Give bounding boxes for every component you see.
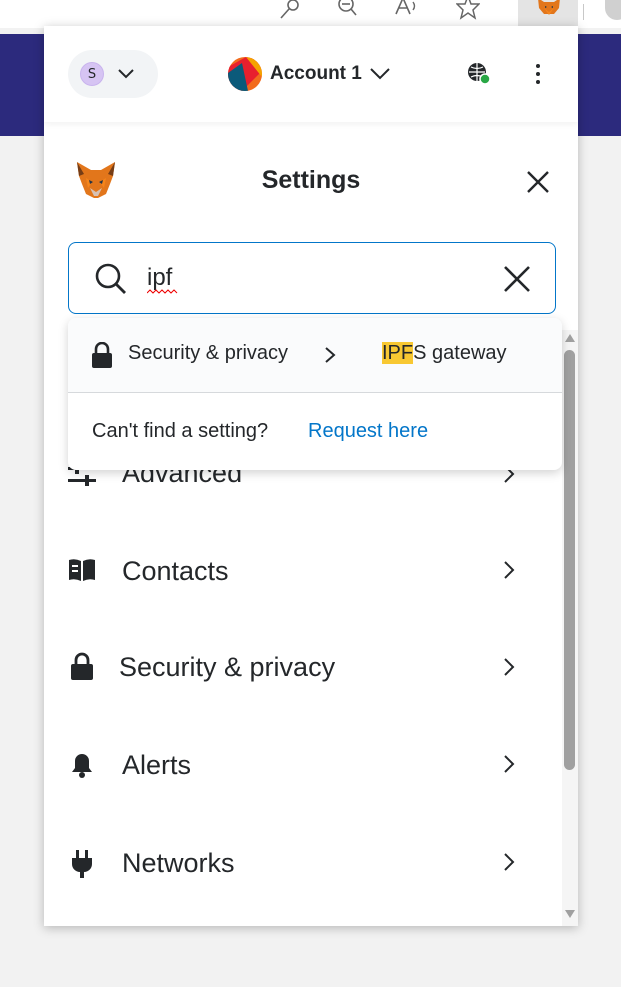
more-options-icon[interactable] xyxy=(528,62,548,86)
metamask-extension-button[interactable] xyxy=(518,0,578,26)
scroll-up-arrow-icon[interactable] xyxy=(565,334,575,342)
menu-item-contacts[interactable]: Contacts xyxy=(44,524,564,622)
connected-sites-icon[interactable] xyxy=(466,61,492,87)
plug-icon xyxy=(66,848,98,880)
browser-profile-avatar[interactable] xyxy=(605,0,621,20)
chevron-down-icon xyxy=(370,68,390,80)
chevron-down-icon xyxy=(118,69,134,79)
bell-icon xyxy=(66,750,98,782)
scroll-down-arrow-icon[interactable] xyxy=(565,910,575,918)
page-title: Settings xyxy=(261,166,361,194)
menu-item-label: Security & privacy xyxy=(119,652,336,682)
account-avatar xyxy=(228,57,262,91)
cant-find-text: Can't find a setting? xyxy=(92,420,269,442)
result-setting-label: IPFS gateway xyxy=(382,342,507,365)
app-header: S Account 1 xyxy=(44,26,578,122)
favorite-star-icon[interactable] xyxy=(455,0,481,20)
menu-item-networks[interactable]: Networks xyxy=(44,818,564,916)
network-picker[interactable]: S xyxy=(68,50,158,98)
chevron-right-icon xyxy=(500,559,518,581)
fox-extension-icon xyxy=(538,0,560,15)
result-section-label: Security & privacy xyxy=(128,342,289,364)
chevron-right-icon xyxy=(500,656,518,678)
key-icon[interactable] xyxy=(276,0,302,20)
spellcheck-underline xyxy=(147,289,178,294)
metamask-popup: S Account 1 Settings ipf Security & priv… xyxy=(44,26,578,926)
menu-item-label: Alerts xyxy=(122,750,192,780)
network-avatar: S xyxy=(80,62,104,86)
browser-toolbar xyxy=(0,0,621,28)
chevron-right-icon xyxy=(500,851,518,873)
match-highlight: IPF xyxy=(382,342,414,364)
vertical-scrollbar[interactable] xyxy=(562,330,578,926)
scrollbar-thumb[interactable] xyxy=(564,350,575,770)
chevron-right-icon xyxy=(322,346,338,364)
menu-item-label: Networks xyxy=(122,848,235,878)
read-aloud-icon[interactable] xyxy=(394,0,420,20)
search-icon xyxy=(93,261,129,297)
menu-item-security-privacy[interactable]: Security & privacy xyxy=(44,622,564,720)
zoom-out-icon[interactable] xyxy=(334,0,360,20)
search-input[interactable] xyxy=(147,263,487,293)
close-icon[interactable] xyxy=(524,168,552,196)
result-setting-rest: S gateway xyxy=(413,342,507,364)
clear-search-icon[interactable] xyxy=(501,263,533,295)
settings-search[interactable] xyxy=(68,242,556,314)
menu-item-alerts[interactable]: Alerts xyxy=(44,720,564,818)
lock-icon xyxy=(90,341,114,368)
settings-header: Settings xyxy=(44,154,578,214)
account-name: Account 1 xyxy=(270,63,362,84)
search-results-dropdown: Security & privacy IPFS gateway Can't fi… xyxy=(68,318,562,470)
menu-item-label: Contacts xyxy=(122,556,229,586)
account-picker[interactable]: Account 1 xyxy=(228,56,390,92)
book-icon xyxy=(66,554,98,586)
request-here-link[interactable]: Request here xyxy=(308,420,428,443)
search-result-item[interactable]: Security & privacy IPFS gateway xyxy=(68,318,562,392)
chevron-right-icon xyxy=(500,753,518,775)
lock-icon xyxy=(66,650,98,682)
toolbar-divider xyxy=(583,4,584,20)
dropdown-divider xyxy=(68,392,562,393)
